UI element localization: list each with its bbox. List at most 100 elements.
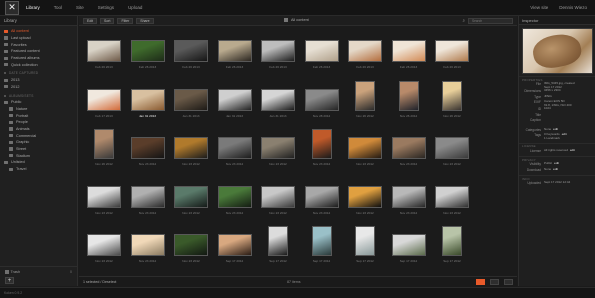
thumbnail-image[interactable]: [174, 234, 208, 256]
sidebar-item[interactable]: Graphic: [0, 139, 77, 146]
thumbnail-item[interactable]: Sep 17 2012: [258, 226, 298, 268]
thumbnail-item[interactable]: Nov 23 2012: [171, 226, 211, 268]
sidebar-item[interactable]: People: [0, 119, 77, 126]
search-input[interactable]: Search: [468, 18, 513, 24]
sort-button[interactable]: Sort: [100, 17, 115, 24]
thumbnail-image[interactable]: [217, 185, 252, 208]
thumbnail-image[interactable]: [261, 185, 295, 208]
thumbnail-image[interactable]: [442, 226, 462, 256]
sidebar-item[interactable]: Street: [0, 146, 77, 153]
thumbnail-image[interactable]: [348, 137, 382, 159]
thumbnail-item[interactable]: Nov 23 2012: [258, 178, 298, 220]
sidebar-item[interactable]: Unlisted: [0, 159, 77, 166]
edit-link[interactable]: edit: [553, 167, 558, 171]
sidebar-item[interactable]: Travel: [0, 166, 77, 173]
sidebar-item[interactable]: Quick collection: [0, 61, 77, 68]
sidebar-item[interactable]: Featured content: [0, 48, 77, 55]
thumbnail-item[interactable]: Nov 26 2012: [345, 80, 385, 123]
thumbnail-image[interactable]: [311, 226, 332, 256]
thumbnail-image[interactable]: [435, 40, 469, 62]
thumbnail-image[interactable]: [435, 185, 469, 208]
edit-link[interactable]: edit: [554, 161, 559, 165]
edit-link[interactable]: edit: [562, 132, 567, 137]
thumbnail-image[interactable]: [398, 80, 419, 111]
thumbnail-item[interactable]: Nov 23 2012: [345, 178, 385, 220]
filter-button[interactable]: Filter: [117, 17, 134, 24]
sidebar-item[interactable]: Animals: [0, 126, 77, 133]
list-view-button[interactable]: [490, 279, 499, 285]
thumbnail-item[interactable]: Nov 23 2012: [171, 129, 211, 171]
thumbnail-image[interactable]: [87, 88, 121, 111]
sidebar-item[interactable]: 2012: [0, 84, 77, 91]
sidebar-item-trash[interactable]: Trash: [5, 270, 20, 274]
thumbnail-image[interactable]: [130, 88, 165, 111]
thumbnail-image[interactable]: [391, 234, 426, 256]
thumbnail-item[interactable]: Feb 26 2013: [215, 32, 255, 74]
thumbnail-item[interactable]: Feb 26 2013: [128, 32, 168, 74]
thumbnail-image[interactable]: [348, 185, 382, 208]
grid-view-button[interactable]: [476, 279, 485, 285]
thumbnail-image[interactable]: [87, 185, 121, 208]
thumbnail-item[interactable]: Sep 17 2012: [389, 226, 429, 268]
view-site-link[interactable]: View site: [530, 5, 548, 10]
edit-link[interactable]: edit: [553, 127, 558, 131]
detail-view-button[interactable]: [504, 279, 513, 285]
thumbnail-item[interactable]: Feb 26 2013: [345, 32, 385, 74]
thumbnail-item[interactable]: Jan 31 2013: [215, 81, 255, 123]
sidebar-item[interactable]: Featured albums: [0, 55, 77, 62]
sidebar-item[interactable]: Nature: [0, 106, 77, 113]
thumbnail-item[interactable]: Sep 17 2012: [302, 226, 342, 268]
thumbnail-image[interactable]: [130, 137, 165, 159]
thumbnail-image[interactable]: [435, 137, 469, 159]
thumbnail-item[interactable]: Nov 23 2012: [215, 178, 255, 220]
thumbnail-item[interactable]: Nov 23 2012: [389, 129, 429, 171]
thumbnail-item[interactable]: Nov 23 2012: [302, 178, 342, 220]
thumbnail-image[interactable]: [217, 40, 252, 62]
selection-status[interactable]: 1 selected / Deselect: [83, 280, 116, 284]
thumbnail-item[interactable]: Nov 26 2012: [84, 129, 124, 171]
thumbnail-item[interactable]: Nov 23 2012: [389, 178, 429, 220]
thumbnail-image[interactable]: [130, 40, 165, 62]
thumbnail-image[interactable]: [87, 234, 121, 256]
thumbnail-image[interactable]: [261, 137, 295, 159]
thumbnail-item[interactable]: Nov 23 2012: [171, 178, 211, 220]
thumbnail-item[interactable]: Nov 23 2012: [128, 178, 168, 220]
thumbnail-item[interactable]: Feb 26 2013: [171, 32, 211, 74]
share-button[interactable]: Share: [136, 17, 154, 24]
nav-library[interactable]: Library: [26, 5, 40, 10]
thumbnail-item[interactable]: Nov 23 2012: [215, 129, 255, 171]
thumbnail-image[interactable]: [391, 40, 426, 62]
thumbnail-item[interactable]: Feb 26 2013: [389, 32, 429, 74]
thumbnail-image[interactable]: [311, 129, 332, 159]
nav-tool[interactable]: Tool: [54, 5, 62, 10]
thumbnail-image[interactable]: [261, 88, 295, 111]
thumbnail-image[interactable]: [217, 234, 252, 256]
thumbnail-item[interactable]: Nov 23 2012: [84, 178, 124, 220]
sidebar-item[interactable]: Portrait: [0, 112, 77, 119]
thumbnail-item[interactable]: Nov 28 2012: [302, 81, 342, 123]
sidebar-item[interactable]: Favorites: [0, 41, 77, 48]
thumbnail-item[interactable]: Sep 17 2012: [345, 226, 385, 268]
thumbnail-item[interactable]: Nov 23 2012: [258, 129, 298, 171]
sidebar-item[interactable]: 2013: [0, 77, 77, 84]
thumbnail-image[interactable]: [174, 137, 208, 159]
edit-button[interactable]: Edit: [83, 17, 98, 24]
thumbnail-item[interactable]: Nov 23 2012: [128, 226, 168, 268]
sidebar-item[interactable]: Stadium: [0, 152, 77, 159]
thumbnail-image[interactable]: [261, 40, 295, 62]
thumbnail-image[interactable]: [130, 234, 165, 256]
thumbnail-item[interactable]: Sep 17 2012: [432, 226, 472, 268]
app-logo-icon[interactable]: ✕: [5, 0, 19, 15]
thumbnail-image[interactable]: [355, 80, 375, 111]
sidebar-item[interactable]: Public: [0, 99, 77, 106]
thumbnail-item[interactable]: Jan 31 2013: [171, 81, 211, 123]
thumbnail-item[interactable]: Nov 23 2012: [432, 129, 472, 171]
content-scope[interactable]: All content: [284, 18, 309, 22]
thumbnail-item[interactable]: Feb 26 2013: [432, 32, 472, 74]
add-album-button[interactable]: +: [5, 277, 14, 284]
thumbnail-item[interactable]: Nov 23 2012: [84, 226, 124, 268]
thumbnail-item[interactable]: Nov 26 2012: [432, 80, 472, 123]
thumbnail-image[interactable]: [217, 137, 252, 159]
thumbnail-item[interactable]: Nov 23 2012: [432, 178, 472, 220]
thumbnail-item[interactable]: Feb 26 2013: [302, 32, 342, 74]
